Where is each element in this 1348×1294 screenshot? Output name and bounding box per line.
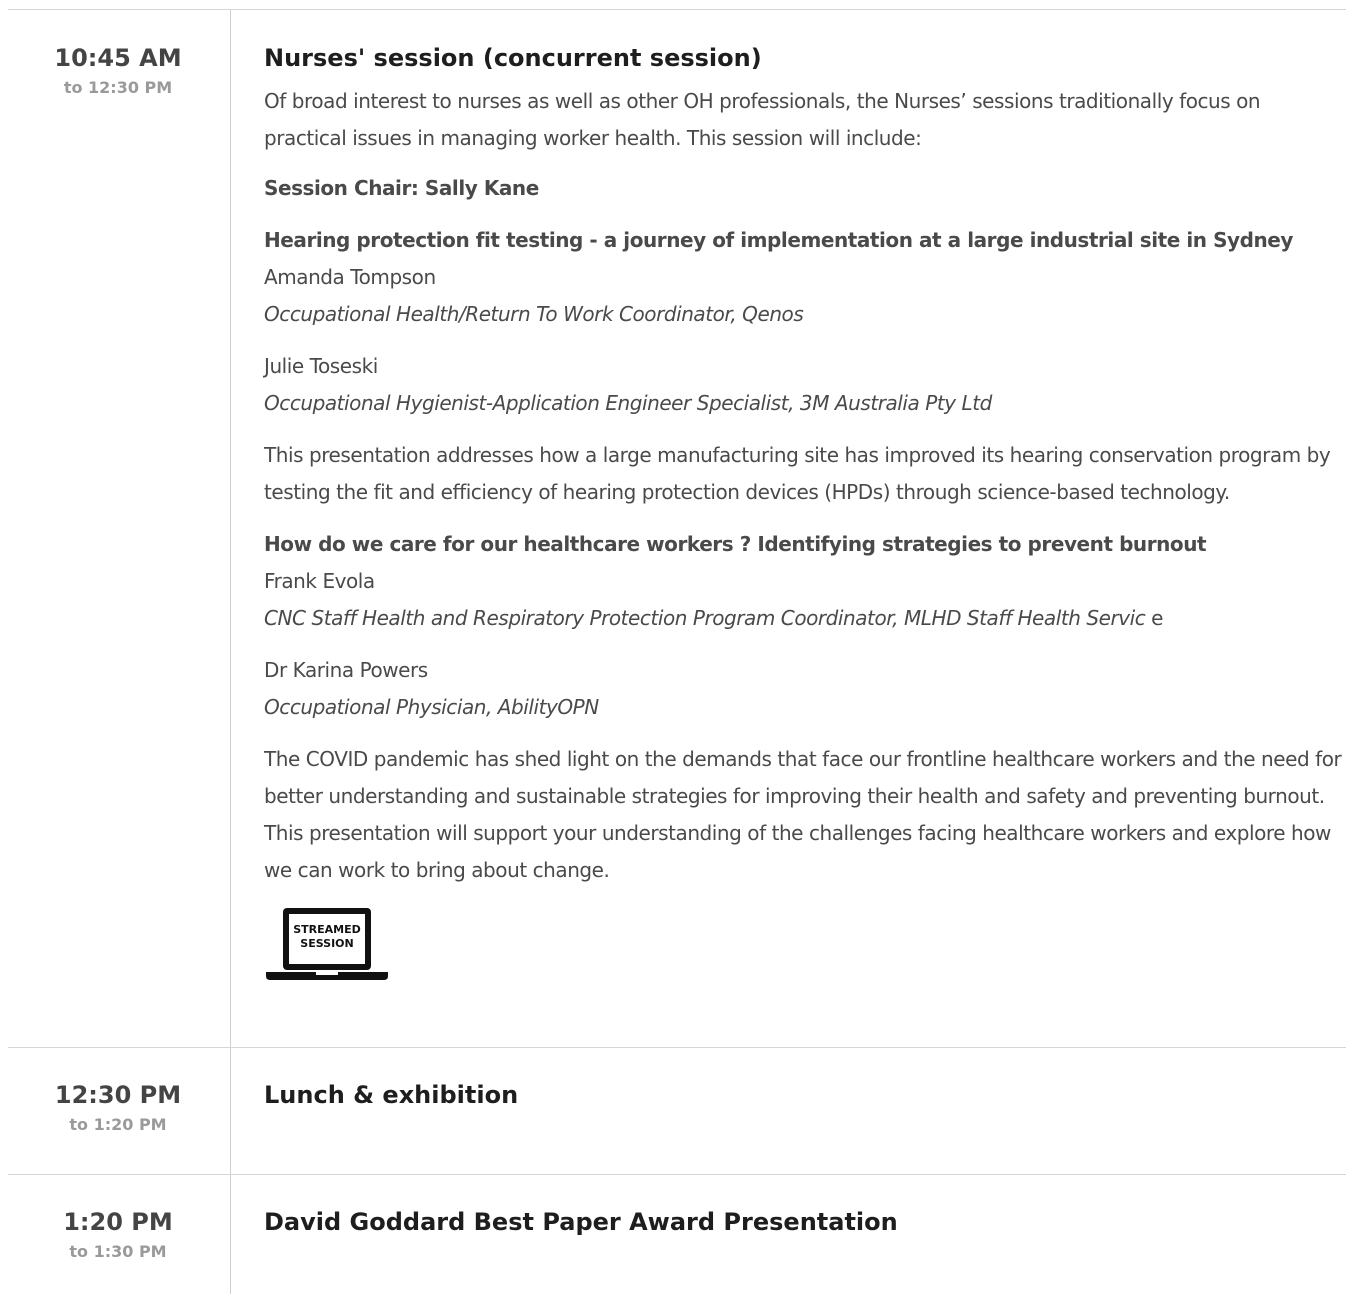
schedule: 10:45 AM to 12:30 PM Nurses' session (co… bbox=[0, 0, 1348, 1294]
speaker: Dr Karina Powers Occupational Physician,… bbox=[264, 652, 1346, 726]
start-time: 12:30 PM bbox=[54, 1081, 182, 1109]
talk: Hearing protection fit testing - a journ… bbox=[264, 222, 1346, 511]
talk-abstract: The COVID pandemic has shed light on the… bbox=[264, 747, 1342, 882]
session-content: David Goddard Best Paper Award Presentat… bbox=[264, 1207, 1346, 1237]
speaker-role-tail: e bbox=[1151, 606, 1164, 630]
speaker-role: Occupational Hygienist-Application Engin… bbox=[264, 391, 992, 415]
badge-line2: SESSION bbox=[300, 937, 353, 950]
start-time: 10:45 AM bbox=[54, 44, 182, 72]
speaker-role: Occupational Physician, AbilityOPN bbox=[264, 695, 599, 719]
session-content: Lunch & exhibition bbox=[264, 1080, 1346, 1110]
talk-abstract: This presentation addresses how a large … bbox=[264, 443, 1331, 504]
laptop-icon: STREAMED SESSION bbox=[266, 908, 388, 980]
speaker-role: CNC Staff Health and Respiratory Protect… bbox=[264, 606, 1146, 630]
column-divider bbox=[230, 1175, 231, 1294]
column-divider bbox=[230, 1048, 231, 1175]
streamed-session-badge: STREAMED SESSION bbox=[264, 905, 390, 981]
speaker-name: Amanda Tompson bbox=[264, 265, 436, 289]
time-slot: 1:20 PM to 1:30 PM bbox=[8, 1207, 228, 1261]
start-time: 1:20 PM bbox=[63, 1208, 173, 1236]
column-divider bbox=[230, 10, 231, 1048]
session-content: Nurses' session (concurrent session) Of … bbox=[264, 43, 1346, 981]
speaker: Julie Toseski Occupational Hygienist-App… bbox=[264, 348, 1346, 422]
session-description: Of broad interest to nurses as well as o… bbox=[264, 89, 1261, 150]
session-title: David Goddard Best Paper Award Presentat… bbox=[264, 1208, 898, 1236]
speaker-name: Frank Evola bbox=[264, 569, 375, 593]
talk-title: Hearing protection fit testing - a journ… bbox=[264, 228, 1293, 252]
speaker-name: Julie Toseski bbox=[264, 354, 378, 378]
speaker-name: Dr Karina Powers bbox=[264, 658, 428, 682]
speaker-role-line: CNC Staff Health and Respiratory Protect… bbox=[264, 600, 1346, 637]
end-time: to 1:20 PM bbox=[69, 1115, 167, 1134]
end-time: to 12:30 PM bbox=[63, 78, 173, 97]
end-time: to 1:30 PM bbox=[69, 1242, 167, 1261]
session-title: Lunch & exhibition bbox=[264, 1081, 519, 1109]
time-slot: 12:30 PM to 1:20 PM bbox=[8, 1080, 228, 1134]
schedule-row: 10:45 AM to 12:30 PM Nurses' session (co… bbox=[8, 10, 1346, 1048]
schedule-row: 1:20 PM to 1:30 PM David Goddard Best Pa… bbox=[8, 1175, 1346, 1294]
badge-line1: STREAMED bbox=[293, 923, 361, 936]
session-chair: Session Chair: Sally Kane bbox=[264, 176, 539, 200]
speaker-role: Occupational Health/Return To Work Coord… bbox=[264, 302, 804, 326]
schedule-row: 12:30 PM to 1:20 PM Lunch & exhibition bbox=[8, 1048, 1346, 1175]
session-title: Nurses' session (concurrent session) bbox=[264, 44, 762, 72]
talk-title: How do we care for our healthcare worker… bbox=[264, 532, 1207, 556]
time-slot: 10:45 AM to 12:30 PM bbox=[8, 43, 228, 97]
talk: How do we care for our healthcare worker… bbox=[264, 526, 1346, 889]
